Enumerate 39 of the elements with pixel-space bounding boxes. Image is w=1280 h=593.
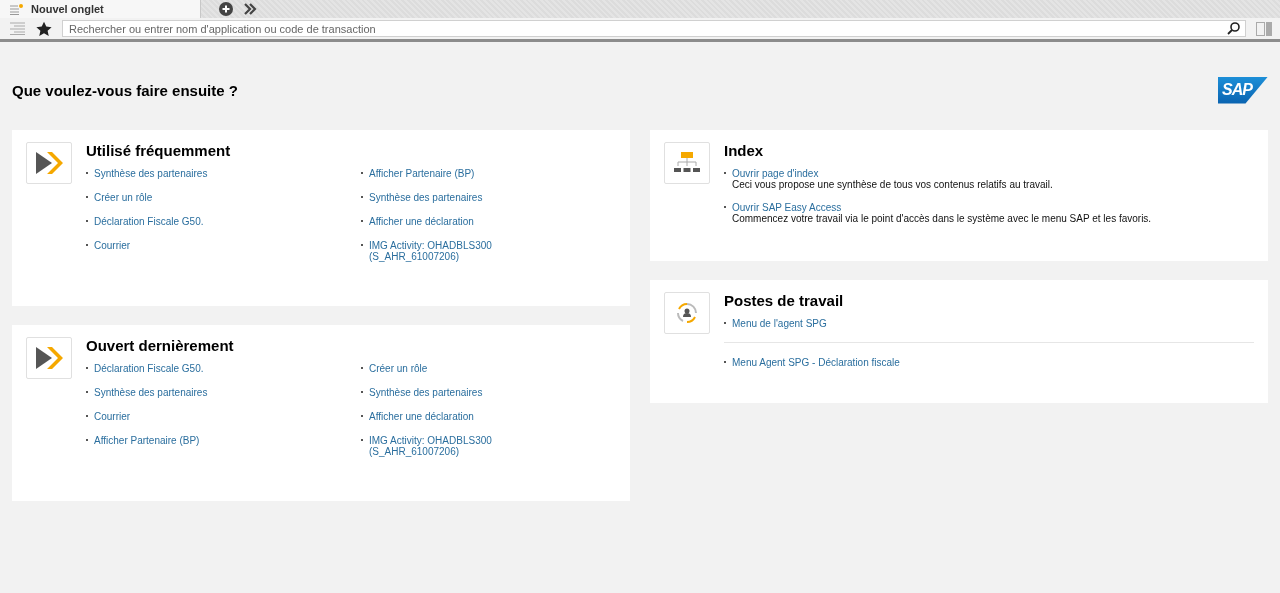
- panel-title: Ouvert dernièrement: [86, 337, 235, 354]
- shortcut-link[interactable]: Afficher Partenaire (BP): [94, 435, 200, 446]
- panel-title: Utilisé fréquemment: [86, 142, 232, 159]
- shortcut-link[interactable]: Synthèse des partenaires: [94, 168, 208, 179]
- shortcut-link[interactable]: Créer un rôle: [369, 363, 428, 374]
- shortcut-link[interactable]: IMG Activity: OHADBLS300 (S_AHR_61007206): [369, 240, 492, 262]
- shortcut-link[interactable]: Menu Agent SPG - Déclaration fiscale: [732, 357, 900, 368]
- shortcut-link[interactable]: IMG Activity: OHADBLS300 (S_AHR_61007206): [369, 435, 492, 457]
- shortcut-link[interactable]: Déclaration Fiscale G50.: [94, 216, 204, 227]
- user-cycle-icon: [674, 300, 700, 326]
- shortcut-link[interactable]: Créer un rôle: [94, 192, 153, 203]
- link-description: Ceci vous propose une synthèse de tous vos contenus relatifs au travail.: [731, 179, 1054, 190]
- page-icon: [10, 3, 23, 15]
- shortcut-link[interactable]: Ouvrir page d'index: [732, 168, 819, 179]
- double-arrow-icon: [34, 345, 64, 371]
- shortcut-link[interactable]: Afficher une déclaration: [369, 216, 474, 227]
- double-arrow-icon: [34, 150, 64, 176]
- shortcut-link[interactable]: Courrier: [94, 240, 131, 251]
- shortcut-link[interactable]: Synthèse des partenaires: [369, 387, 483, 398]
- shortcut-link[interactable]: Afficher une déclaration: [369, 411, 474, 422]
- page-heading: Que voulez-vous faire ensuite ?: [12, 81, 238, 99]
- add-tab-icon[interactable]: [219, 2, 233, 16]
- browser-tab[interactable]: Nouvel onglet: [0, 0, 201, 18]
- star-icon[interactable]: [36, 20, 52, 37]
- panel-title: Index: [724, 142, 765, 159]
- chevron-icon[interactable]: [243, 3, 257, 15]
- search-icon[interactable]: [1227, 22, 1240, 35]
- panel-title: Postes de travail: [724, 292, 845, 309]
- shortcut-link[interactable]: Ouvrir SAP Easy Access: [732, 202, 842, 213]
- link-description: Commencez votre travail via le point d'accès dans le système avec le menu SAP et les favoris.: [731, 213, 1153, 224]
- hierarchy-icon: [674, 152, 700, 174]
- shortcut-link[interactable]: Synthèse des partenaires: [369, 192, 483, 203]
- shortcut-link[interactable]: Déclaration Fiscale G50.: [94, 363, 204, 374]
- shortcut-link[interactable]: Menu de l'agent SPG: [732, 318, 827, 329]
- shortcut-link[interactable]: Courrier: [94, 411, 131, 422]
- sap-logo: SAP: [1218, 76, 1268, 104]
- shortcut-link[interactable]: Synthèse des partenaires: [94, 387, 208, 398]
- search-field[interactable]: Rechercher ou entrer nom d'application ou code de transaction: [62, 20, 1246, 37]
- shortcut-link[interactable]: Afficher Partenaire (BP): [369, 168, 475, 179]
